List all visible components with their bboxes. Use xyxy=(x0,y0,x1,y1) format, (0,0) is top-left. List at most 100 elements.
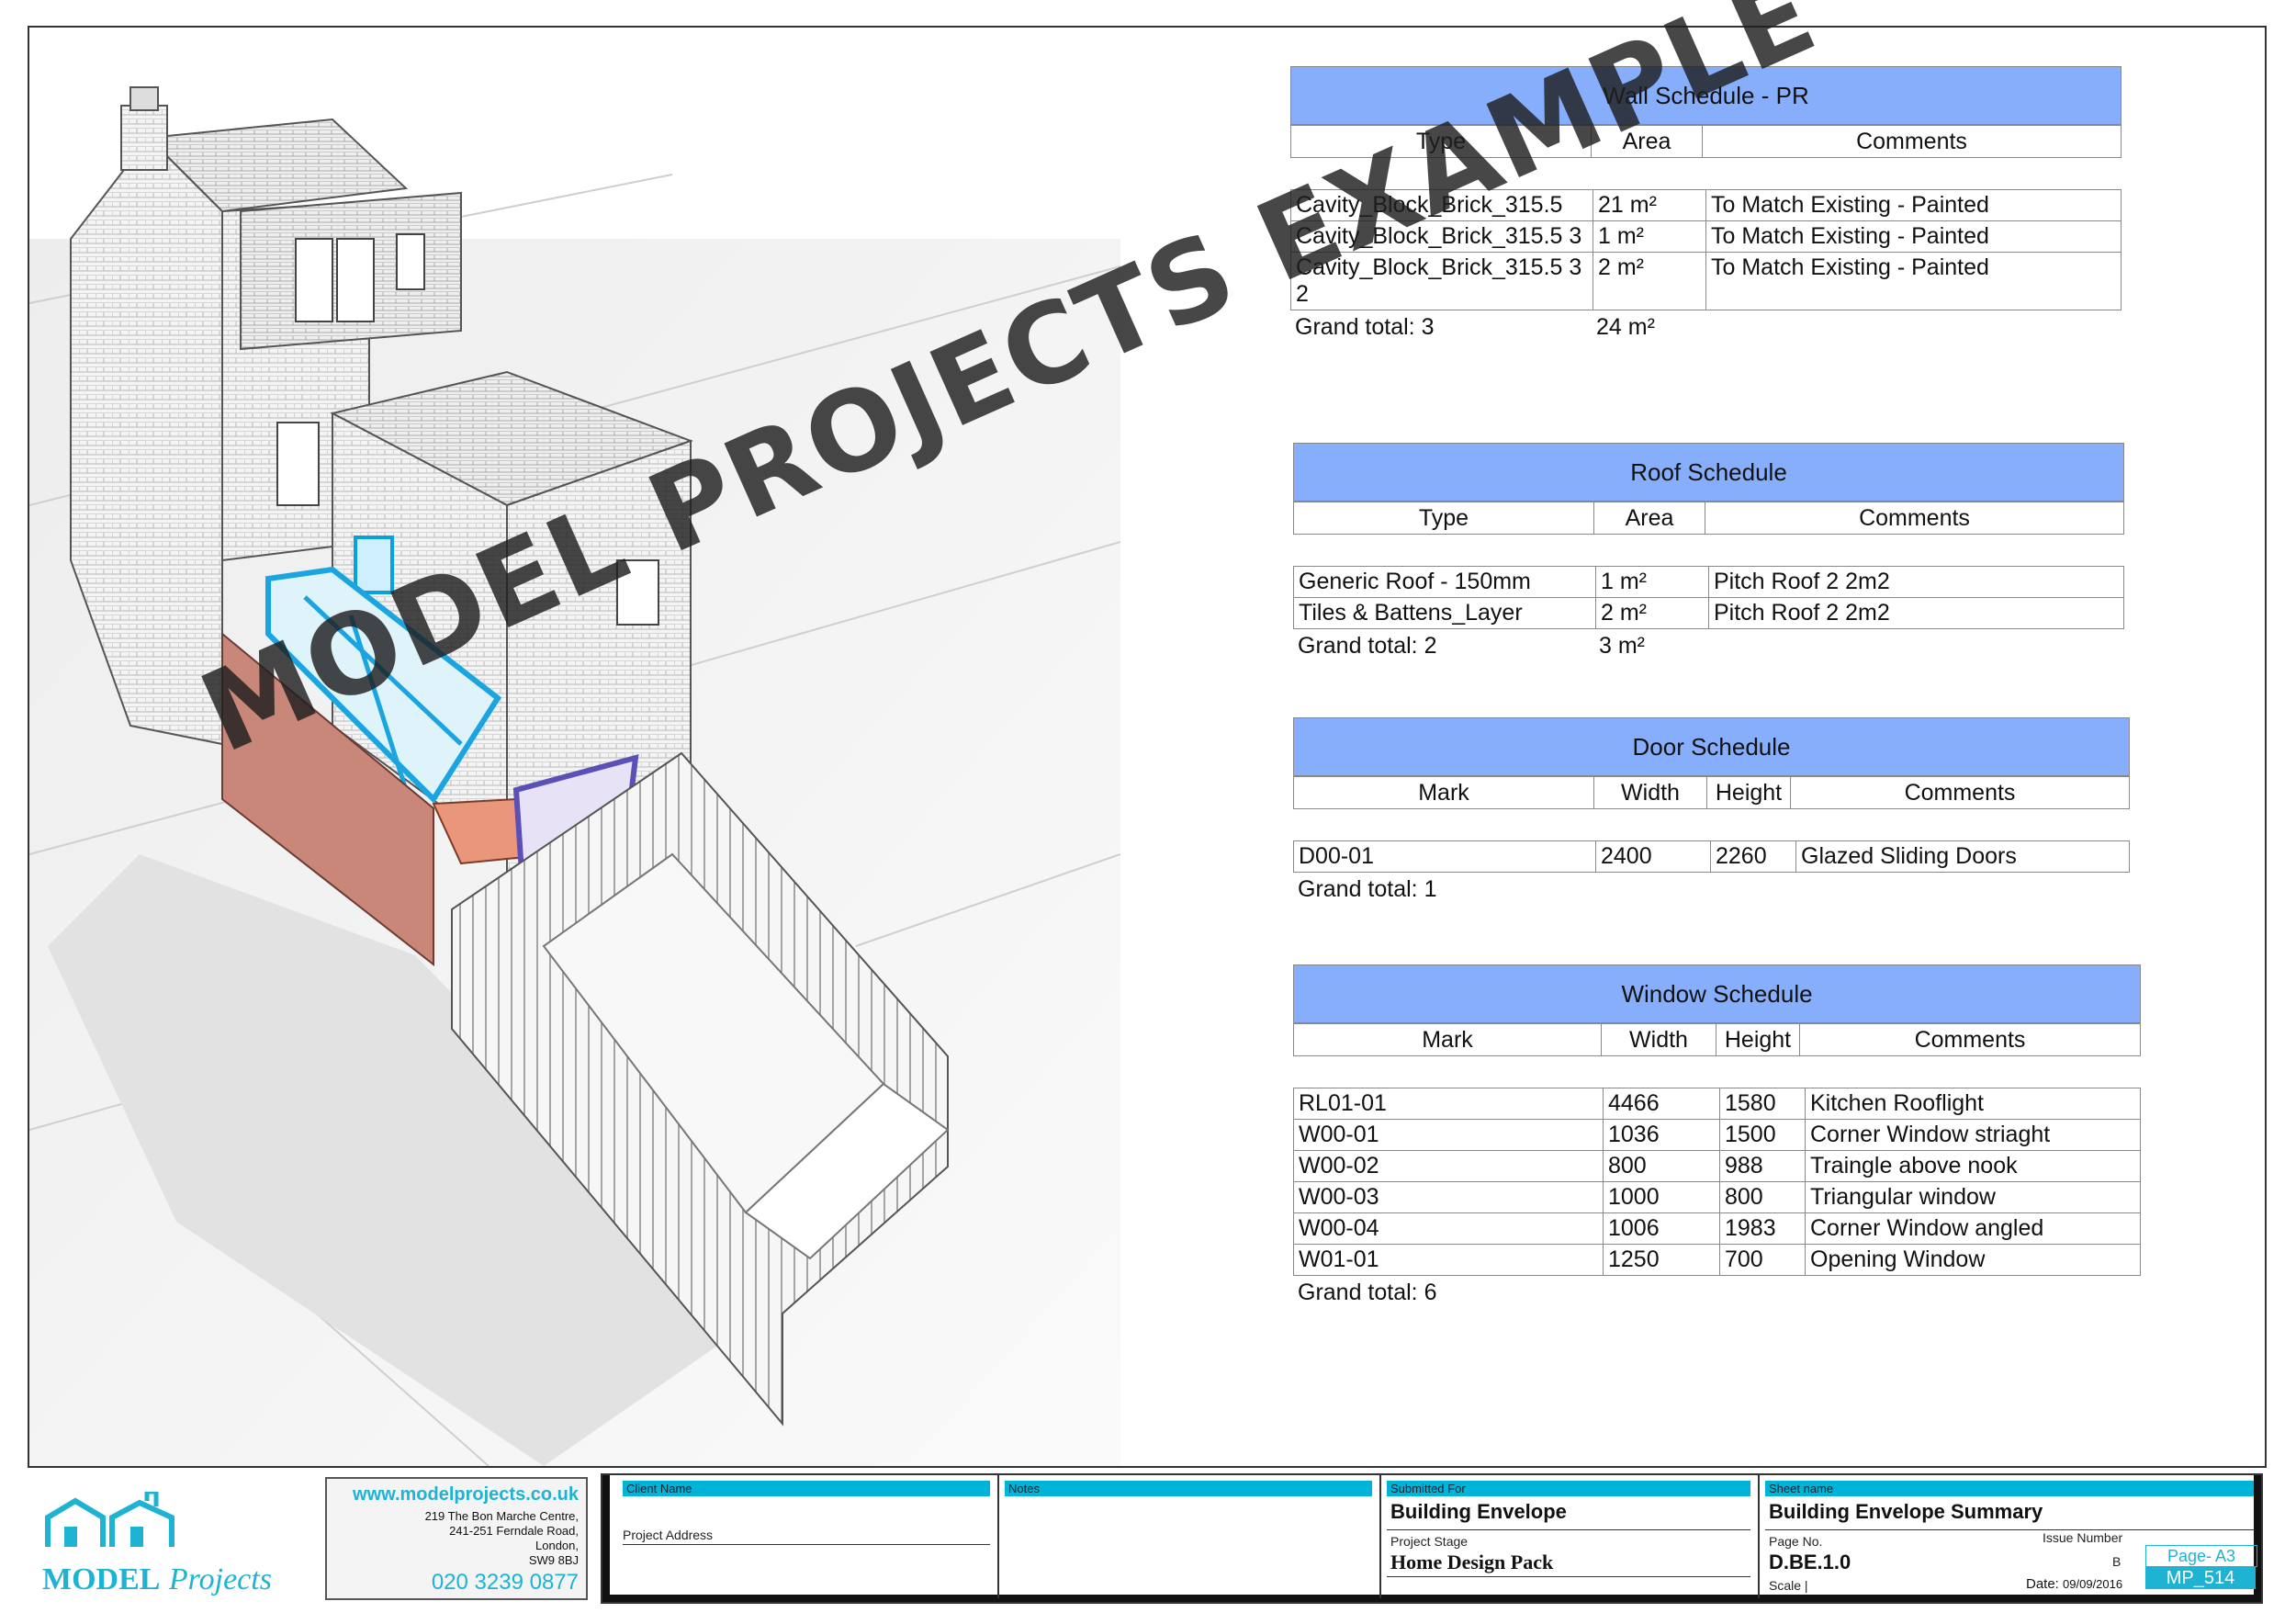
table-row: W00-04 1006 1983 Corner Window angled xyxy=(1293,1212,2141,1245)
table-cell: Opening Window xyxy=(1805,1244,2141,1276)
table-cell: 1000 xyxy=(1603,1181,1720,1213)
table-cell: To Match Existing - Painted xyxy=(1705,252,2122,310)
grand-total-value: 24 m² xyxy=(1596,314,1655,340)
company-phone: 020 3239 0877 xyxy=(431,1570,579,1595)
table-cell: 4466 xyxy=(1603,1088,1720,1120)
title-block-panel: Client Name Project Address Notes Submit… xyxy=(601,1473,2263,1604)
table-row: Cavity_Block_Brick_315.5 3 1 m² To Match… xyxy=(1290,220,2122,253)
building-render xyxy=(29,86,1120,1466)
table-cell: Tiles & Battens_Layer xyxy=(1293,597,1596,629)
submitted-for-value: Building Envelope xyxy=(1390,1500,1567,1523)
table-cell: W00-03 xyxy=(1293,1181,1604,1213)
table-cell: Traingle above nook xyxy=(1805,1150,2141,1182)
wall-schedule-rows: Cavity_Block_Brick_315.5 21 m² To Match … xyxy=(1290,189,2122,310)
date-value: 09/09/2016 xyxy=(2063,1577,2123,1591)
column-header: Height xyxy=(1706,776,1791,809)
address-line: London, xyxy=(535,1539,579,1552)
table-cell: 988 xyxy=(1719,1150,1806,1182)
logo-word-projects: Projects xyxy=(168,1562,272,1596)
issue-number-value: B xyxy=(2112,1554,2122,1569)
table-cell: Corner Window striaght xyxy=(1805,1119,2141,1151)
table-row: Cavity_Block_Brick_315.5 21 m² To Match … xyxy=(1290,189,2122,221)
table-cell: Pitch Roof 2 2m2 xyxy=(1708,597,2124,629)
client-name-label: Client Name xyxy=(623,1481,990,1496)
table-cell: 1 m² xyxy=(1595,566,1709,598)
grand-total-label: Grand total: 2 xyxy=(1298,633,1437,659)
table-cell: 1006 xyxy=(1603,1212,1720,1245)
column-header: Area xyxy=(1593,502,1705,535)
table-cell: 2 m² xyxy=(1593,252,1706,310)
table-cell: Glazed Sliding Doors xyxy=(1795,840,2130,873)
table-cell: 2 m² xyxy=(1595,597,1709,629)
window-schedule-title: Window Schedule xyxy=(1293,964,2141,1023)
wall-schedule-columns: Type Area Comments xyxy=(1290,125,2122,158)
company-contact: www.modelprojects.co.uk 219 The Bon Marc… xyxy=(325,1477,588,1600)
table-cell: 1580 xyxy=(1719,1088,1806,1120)
table-cell: Triangular window xyxy=(1805,1181,2141,1213)
table-cell: W00-04 xyxy=(1293,1212,1604,1245)
table-row: Cavity_Block_Brick_315.5 3 2 2 m² To Mat… xyxy=(1290,252,2122,310)
table-cell: RL01-01 xyxy=(1293,1088,1604,1120)
house-logo-icon xyxy=(45,1492,174,1547)
table-cell: W00-01 xyxy=(1293,1119,1604,1151)
title-block-left-band xyxy=(602,1475,610,1602)
table-row: RL01-01 4466 1580 Kitchen Rooflight xyxy=(1293,1088,2141,1120)
address-line: 241-251 Ferndale Road, xyxy=(449,1524,579,1538)
table-cell: 1 m² xyxy=(1593,220,1706,253)
page-no-label: Page No. xyxy=(1769,1534,1823,1549)
table-cell: 1983 xyxy=(1719,1212,1806,1245)
logo-text: MODEL Projects xyxy=(42,1562,272,1597)
divider xyxy=(1379,1475,1381,1598)
table-cell: 1036 xyxy=(1603,1119,1720,1151)
column-header: Comments xyxy=(1790,776,2130,809)
door-schedule-title: Door Schedule xyxy=(1293,717,2130,776)
table-cell: D00-01 xyxy=(1293,840,1596,873)
table-cell: Corner Window angled xyxy=(1805,1212,2141,1245)
table-cell: 21 m² xyxy=(1593,189,1706,221)
table-row: W01-01 1250 700 Opening Window xyxy=(1293,1244,2141,1276)
column-header: Comments xyxy=(1799,1023,2141,1056)
company-website-link[interactable]: www.modelprojects.co.uk xyxy=(327,1479,586,1509)
column-header: Type xyxy=(1293,502,1594,535)
table-row: W00-01 1036 1500 Corner Window striaght xyxy=(1293,1119,2141,1151)
sheet-name-label: Sheet name xyxy=(1765,1481,2254,1496)
table-cell: 800 xyxy=(1719,1181,1806,1213)
column-header: Mark xyxy=(1293,776,1594,809)
company-logo: MODEL Projects xyxy=(37,1473,312,1604)
door-schedule-columns: Mark Width Height Comments xyxy=(1293,776,2130,809)
scale-label: Scale | xyxy=(1769,1578,1808,1593)
project-address-label: Project Address xyxy=(623,1528,990,1545)
table-cell: 2260 xyxy=(1710,840,1796,873)
logo-word-model: MODEL xyxy=(42,1562,161,1596)
window-schedule-columns: Mark Width Height Comments xyxy=(1293,1023,2141,1056)
column-header: Mark xyxy=(1293,1023,1602,1056)
table-cell: To Match Existing - Painted xyxy=(1705,189,2122,221)
roof-schedule: Roof Schedule Type Area Comments Generic… xyxy=(1293,443,2124,662)
table-row: Tiles & Battens_Layer 2 m² Pitch Roof 2 … xyxy=(1293,597,2124,629)
date-label: Date: xyxy=(2026,1576,2059,1592)
table-cell: Cavity_Block_Brick_315.5 3 xyxy=(1290,220,1593,253)
table-cell: To Match Existing - Painted xyxy=(1705,220,2122,253)
sheet-section: Sheet name Building Envelope Summary Pag… xyxy=(1765,1481,2257,1598)
roof-schedule-rows: Generic Roof - 150mm 1 m² Pitch Roof 2 2… xyxy=(1293,566,2124,629)
table-cell: 700 xyxy=(1719,1244,1806,1276)
table-cell: W00-02 xyxy=(1293,1150,1604,1182)
column-header: Type xyxy=(1290,125,1592,158)
roof-schedule-columns: Type Area Comments xyxy=(1293,502,2124,535)
table-row: W00-03 1000 800 Triangular window xyxy=(1293,1181,2141,1213)
wall-schedule-title: Wall Schedule - PR xyxy=(1290,66,2122,125)
sheet-details: Page No. Issue Number D.BE.1.0 B Scale |… xyxy=(1765,1529,2257,1598)
table-cell: W01-01 xyxy=(1293,1244,1604,1276)
table-cell: 1250 xyxy=(1603,1244,1720,1276)
notes-section: Notes xyxy=(1005,1481,1372,1496)
submitted-for-label: Submitted For xyxy=(1387,1481,1750,1496)
table-cell: Kitchen Rooflight xyxy=(1805,1088,2141,1120)
grand-total-label: Grand total: 6 xyxy=(1298,1280,1437,1305)
grand-total-label: Grand total: 1 xyxy=(1298,876,1437,902)
table-row: W00-02 800 988 Traingle above nook xyxy=(1293,1150,2141,1182)
grand-total-value: 3 m² xyxy=(1599,633,1645,659)
submitted-for-section: Submitted For Building Envelope Project … xyxy=(1387,1481,1750,1577)
company-address: 219 The Bon Marche Centre, 241-251 Fernd… xyxy=(327,1509,586,1568)
date-field: Date: 09/09/2016 xyxy=(2026,1576,2122,1592)
column-header: Comments xyxy=(1705,502,2124,535)
